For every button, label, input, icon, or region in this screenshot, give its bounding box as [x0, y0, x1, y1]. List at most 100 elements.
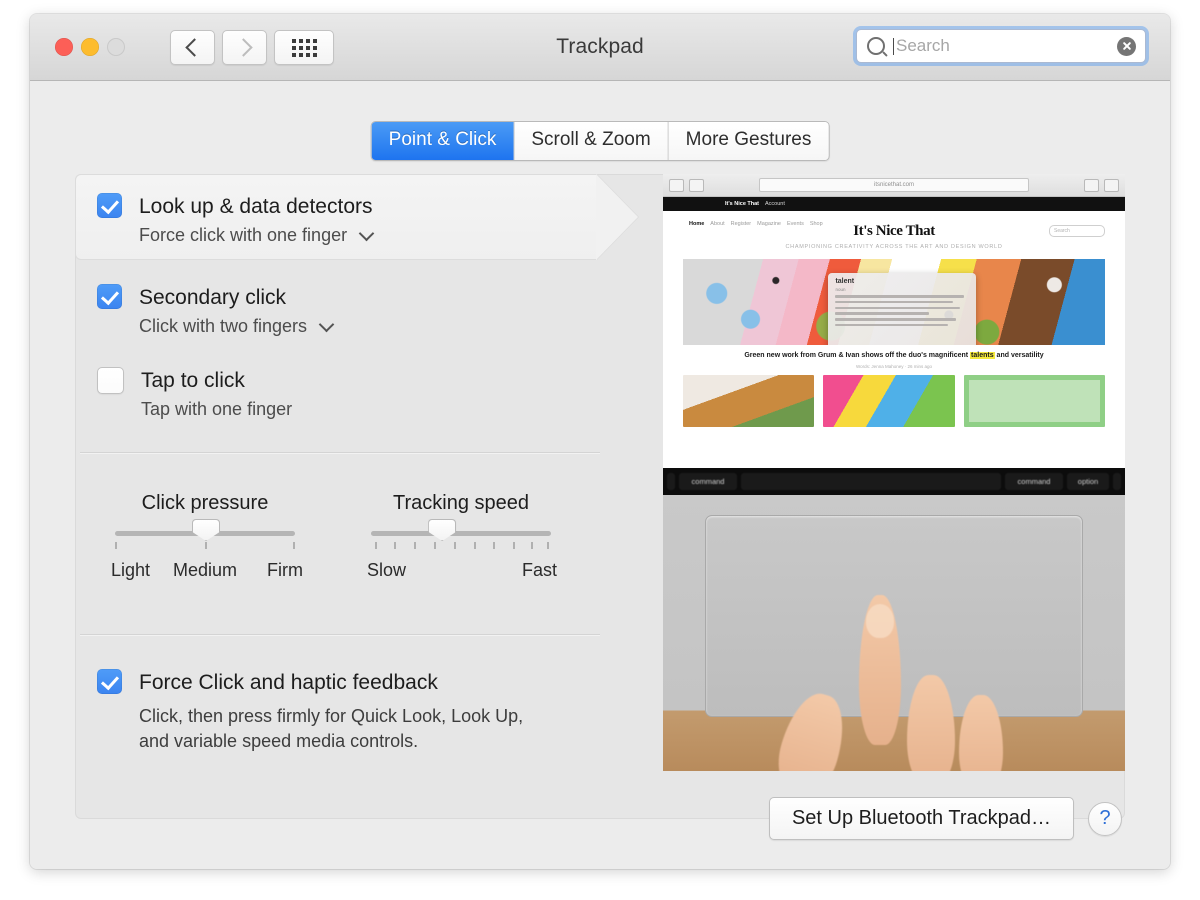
slider-min-label: Slow	[367, 560, 407, 580]
slider-end-labels: Light Medium Firm	[111, 560, 303, 584]
safari-back-icon	[669, 178, 684, 192]
slider-track[interactable]	[115, 519, 295, 541]
search-field[interactable]	[856, 29, 1146, 63]
set-up-bluetooth-trackpad-button[interactable]: Set Up Bluetooth Trackpad…	[768, 797, 1074, 840]
slider-min-label: Light	[111, 560, 151, 580]
slider-thumb[interactable]	[192, 519, 220, 541]
thumbnail	[683, 375, 815, 427]
slider-max-label: Fast	[521, 560, 557, 580]
option-row-look-up[interactable]: Look up & data detectors Force click wit…	[97, 193, 375, 247]
article-thumbnails	[683, 375, 1105, 427]
slider-track[interactable]	[371, 519, 551, 541]
gesture-preview-video: itsnicethat.com It's Nice That Account H…	[663, 174, 1125, 771]
safari-menubar: It's Nice That Account	[663, 197, 1125, 211]
key-space	[741, 473, 1001, 490]
option-subtitle[interactable]: Click with two fingers	[139, 314, 335, 338]
website-content: Home About Register Magazine Events Shop…	[663, 211, 1125, 469]
site-tagline: CHAMPIONING CREATIVITY ACROSS THE ART AN…	[785, 244, 1003, 250]
safari-url-bar: itsnicethat.com	[759, 178, 1029, 192]
option-texts: Secondary click Click with two fingers	[139, 284, 335, 338]
slider-click-pressure: Click pressure Light Medium Firm	[111, 492, 303, 584]
checkbox-force-click[interactable]	[97, 669, 122, 694]
footer-bar: Set Up Bluetooth Trackpad… ?	[768, 797, 1122, 840]
checkbox-look-up[interactable]	[97, 193, 122, 218]
caption-pre: Green new work from Grum & Ivan shows of…	[744, 352, 971, 359]
lookup-popover: talent noun Dictionary Wikipe	[828, 272, 977, 345]
option-row-secondary-click[interactable]: Secondary click Click with two fingers	[97, 284, 335, 338]
slider-tracking-speed: Tracking speed Slow Fast	[367, 492, 557, 584]
window-titlebar: Trackpad	[30, 14, 1170, 81]
force-click-description-line1: Click, then press firmly for Quick Look,…	[139, 706, 524, 726]
option-title: Force Click and haptic feedback	[139, 671, 438, 694]
option-row-tap-to-click[interactable]: Tap to click Tap with one finger	[97, 367, 292, 421]
caption-highlight: talents	[970, 352, 995, 359]
article-caption: Green new work from Grum & Ivan shows of…	[663, 350, 1125, 361]
popover-part-of-speech: noun	[835, 286, 846, 292]
options-column: Look up & data detectors Force click wit…	[75, 174, 663, 819]
slider-end-labels: Slow Fast	[367, 560, 557, 584]
tab-point-and-click[interactable]: Point & Click	[371, 122, 515, 160]
option-title: Tap to click	[141, 369, 245, 392]
safari-sidebar-icon	[689, 178, 704, 192]
search-input[interactable]	[896, 36, 1117, 56]
slider-thumb[interactable]	[428, 519, 457, 541]
option-title: Secondary click	[139, 286, 287, 309]
search-field-wrapper	[856, 29, 1146, 63]
clear-icon[interactable]	[1117, 36, 1136, 56]
option-subtitle-text: Click with two fingers	[139, 316, 308, 336]
menubar-app-name: It's Nice That	[725, 201, 760, 207]
slider-max-label: Firm	[267, 560, 303, 580]
settings-panel: Look up & data detectors Force click wit…	[75, 174, 1125, 819]
safari-share-icon	[1084, 178, 1099, 192]
chevron-down-icon[interactable]	[358, 225, 375, 241]
hand-index-finger	[859, 595, 901, 745]
chevron-down-icon[interactable]	[318, 316, 335, 332]
search-icon	[867, 37, 885, 55]
thumbnail	[963, 375, 1105, 427]
tab-more-gestures[interactable]: More Gestures	[668, 122, 829, 160]
divider-bottom	[80, 634, 600, 635]
option-texts: Look up & data detectors Force click wit…	[139, 193, 375, 247]
menubar-item: Account	[765, 201, 785, 207]
force-click-description: Click, then press firmly for Quick Look,…	[139, 704, 523, 754]
option-subtitle-text: Tap with one finger	[141, 399, 293, 419]
option-subtitle[interactable]: Force click with one finger	[139, 223, 375, 247]
slider-mid-label: Medium	[172, 560, 238, 580]
trackpad-photo	[663, 495, 1125, 771]
text-caret	[893, 37, 894, 55]
site-hero-image: talent noun Dictionary Wikipe	[683, 259, 1105, 345]
checkbox-secondary-click[interactable]	[97, 284, 122, 309]
help-button[interactable]: ?	[1088, 801, 1122, 836]
caption-post: and versatility	[994, 352, 1044, 359]
popover-word: talent	[835, 277, 855, 285]
key-edge	[1113, 473, 1121, 490]
window-body: Point & Click Scroll & Zoom More Gesture…	[30, 81, 1170, 869]
option-subtitle: Tap with one finger	[141, 397, 292, 421]
safari-screenshot: itsnicethat.com It's Nice That Account H…	[663, 174, 1125, 469]
safari-tabs-icon	[1104, 178, 1119, 192]
option-texts: Tap to click Tap with one finger	[141, 367, 292, 421]
option-title: Look up & data detectors	[139, 195, 373, 218]
article-byline: Words: Jenna Mahoney · 26 mins ago	[856, 364, 932, 369]
checkbox-tap-to-click[interactable]	[97, 367, 124, 394]
divider-top	[80, 452, 600, 453]
key-edge	[667, 473, 675, 490]
key-option: option	[1067, 473, 1109, 490]
slider-ticks	[115, 542, 295, 551]
site-header: Home About Register Magazine Events Shop…	[663, 211, 1125, 239]
key-command-left: command	[679, 473, 737, 490]
thumbnail	[823, 375, 955, 427]
site-search-field: Search	[1049, 225, 1105, 237]
key-command-right: command	[1005, 473, 1063, 490]
option-texts: Force Click and haptic feedback Click, t…	[139, 669, 523, 754]
force-click-description-line2: and variable speed media controls.	[139, 731, 419, 751]
tab-scroll-and-zoom[interactable]: Scroll & Zoom	[514, 122, 669, 160]
slider-ticks	[371, 542, 551, 551]
slider-label: Click pressure	[141, 492, 269, 514]
option-subtitle-text: Force click with one finger	[139, 225, 348, 245]
safari-toolbar: itsnicethat.com	[663, 174, 1125, 197]
option-row-force-click[interactable]: Force Click and haptic feedback Click, t…	[97, 669, 523, 754]
tab-bar: Point & Click Scroll & Zoom More Gesture…	[370, 121, 830, 161]
preferences-window: Trackpad Point & Click Scroll & Zoom Mor…	[30, 14, 1170, 869]
laptop-keyboard-row: command command option	[663, 468, 1125, 495]
